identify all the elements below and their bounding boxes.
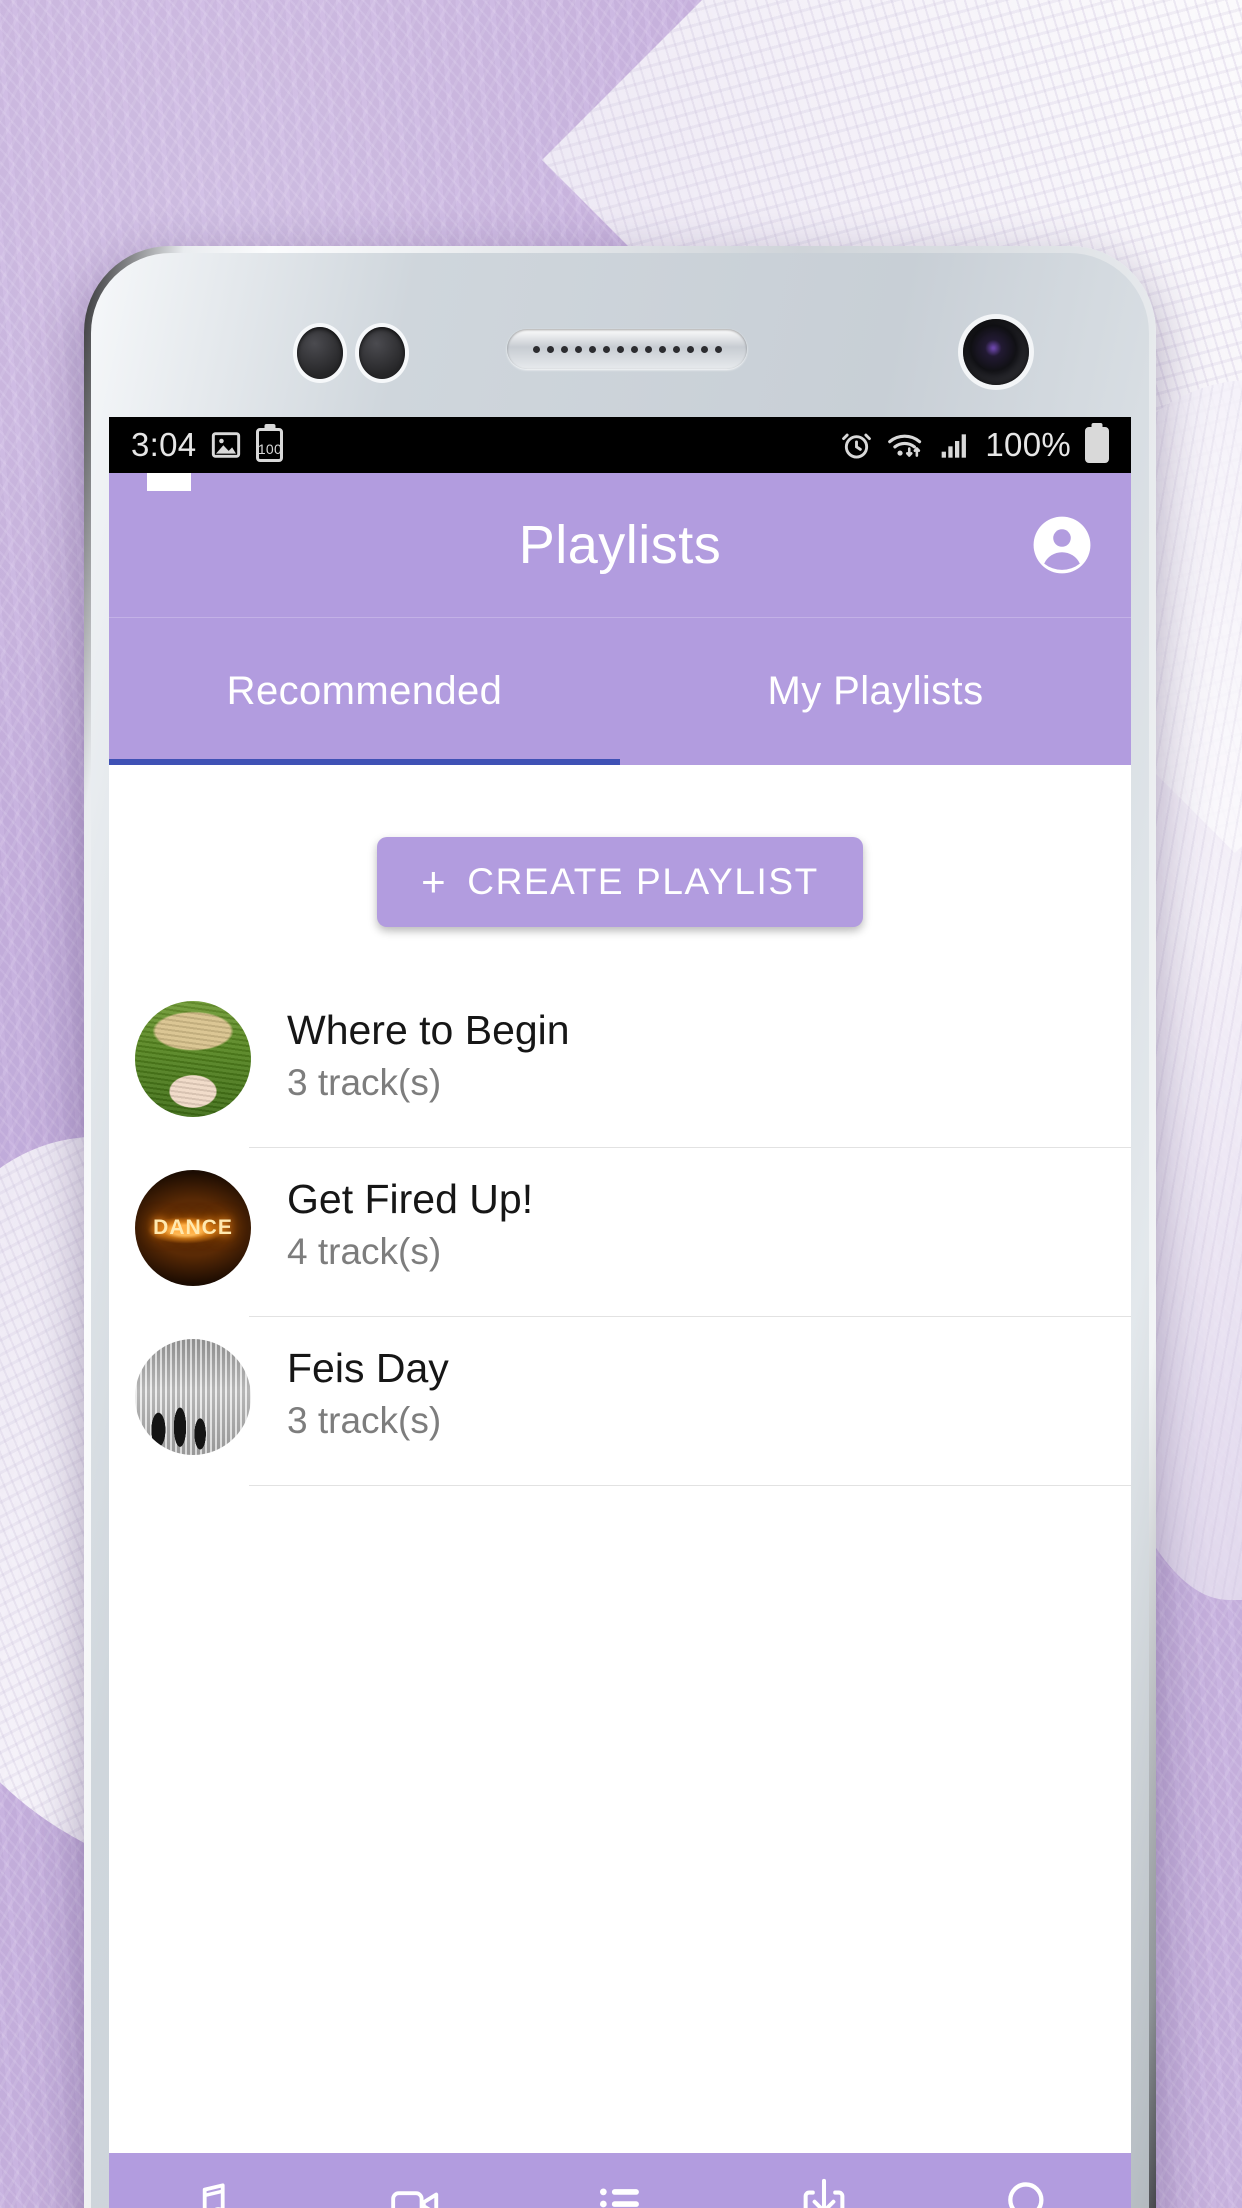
nav-item-videos[interactable]: Videos bbox=[313, 2175, 517, 2208]
signal-icon bbox=[939, 429, 971, 461]
search-icon bbox=[1002, 2175, 1056, 2208]
bottom-navigation: Meditations Videos bbox=[109, 2153, 1131, 2208]
nav-item-search[interactable]: Search bbox=[927, 2175, 1131, 2208]
battery-icon bbox=[1085, 427, 1109, 463]
music-note-icon bbox=[184, 2175, 238, 2208]
playlist-artwork bbox=[135, 1001, 251, 1117]
page-title: Playlists bbox=[518, 515, 722, 575]
tab-my-playlists[interactable]: My Playlists bbox=[620, 618, 1131, 765]
phone-screen: 3:04 100 100% Playlists Recommended My P… bbox=[109, 417, 1131, 2208]
battery-saver-value: 100 bbox=[257, 441, 283, 457]
playlist-row-where-to-begin[interactable]: Where to Begin 3 track(s) bbox=[135, 979, 1131, 1147]
playlist-row-text: Where to Begin 3 track(s) bbox=[287, 1001, 570, 1104]
gallery-icon bbox=[210, 429, 242, 461]
create-playlist-label: CREATE PLAYLIST bbox=[467, 861, 819, 902]
phone-bezel: 3:04 100 100% Playlists Recommended My P… bbox=[91, 253, 1149, 2208]
app-bar: Playlists bbox=[109, 473, 1131, 617]
playlist-list: Where to Begin 3 track(s) Get Fired Up! … bbox=[109, 979, 1131, 1486]
create-playlist-area: + CREATE PLAYLIST bbox=[109, 765, 1131, 927]
status-bar-left: 3:04 100 bbox=[131, 426, 284, 464]
video-camera-icon bbox=[388, 2175, 444, 2208]
plus-icon: + bbox=[421, 858, 448, 905]
playlist-row-feis-day[interactable]: Feis Day 3 track(s) bbox=[135, 1316, 1131, 1486]
status-bar-right: 100% bbox=[840, 426, 1109, 464]
front-camera-icon bbox=[963, 319, 1029, 385]
alarm-icon bbox=[840, 429, 873, 462]
playlist-title: Feis Day bbox=[287, 1345, 449, 1391]
phone-device: 3:04 100 100% Playlists Recommended My P… bbox=[84, 246, 1156, 2208]
playlist-artwork bbox=[135, 1170, 251, 1286]
account-circle-icon[interactable] bbox=[1031, 514, 1093, 576]
playlist-track-count: 3 track(s) bbox=[287, 1400, 442, 1442]
download-icon bbox=[797, 2175, 851, 2208]
status-bar: 3:04 100 100% bbox=[109, 417, 1131, 473]
wifi-icon bbox=[887, 429, 925, 462]
phone-hardware-row bbox=[91, 313, 1149, 385]
earpiece-speaker-icon bbox=[507, 329, 747, 369]
proximity-sensor-icon bbox=[297, 327, 343, 379]
list-icon bbox=[593, 2175, 647, 2208]
playlist-track-count: 4 track(s) bbox=[287, 1231, 442, 1273]
nav-item-meditations[interactable]: Meditations bbox=[109, 2175, 313, 2208]
playlist-title: Where to Begin bbox=[287, 1007, 570, 1053]
create-playlist-button[interactable]: + CREATE PLAYLIST bbox=[377, 837, 863, 927]
battery-saver-icon: 100 bbox=[256, 428, 284, 462]
main-content: + CREATE PLAYLIST Where to Begin 3 track… bbox=[109, 765, 1131, 2153]
app-bar-notch bbox=[147, 473, 191, 491]
tab-recommended[interactable]: Recommended bbox=[109, 618, 620, 765]
playlist-row-text: Feis Day 3 track(s) bbox=[287, 1339, 449, 1442]
playlist-row-get-fired-up[interactable]: Get Fired Up! 4 track(s) bbox=[135, 1147, 1131, 1316]
battery-percent: 100% bbox=[985, 426, 1071, 463]
tab-bar: Recommended My Playlists bbox=[109, 617, 1131, 765]
playlist-artwork bbox=[135, 1339, 251, 1455]
status-time: 3:04 bbox=[131, 426, 197, 463]
tab-recommended-label: Recommended bbox=[226, 669, 503, 713]
playlist-track-count: 3 track(s) bbox=[287, 1062, 442, 1104]
nav-item-playlists[interactable]: Playlists bbox=[518, 2175, 722, 2208]
tab-my-playlists-label: My Playlists bbox=[767, 669, 984, 713]
playlist-title: Get Fired Up! bbox=[287, 1176, 534, 1222]
playlist-row-text: Get Fired Up! 4 track(s) bbox=[287, 1170, 533, 1273]
nav-item-downloads[interactable]: Downloads bbox=[722, 2175, 926, 2208]
light-sensor-icon bbox=[359, 327, 405, 379]
